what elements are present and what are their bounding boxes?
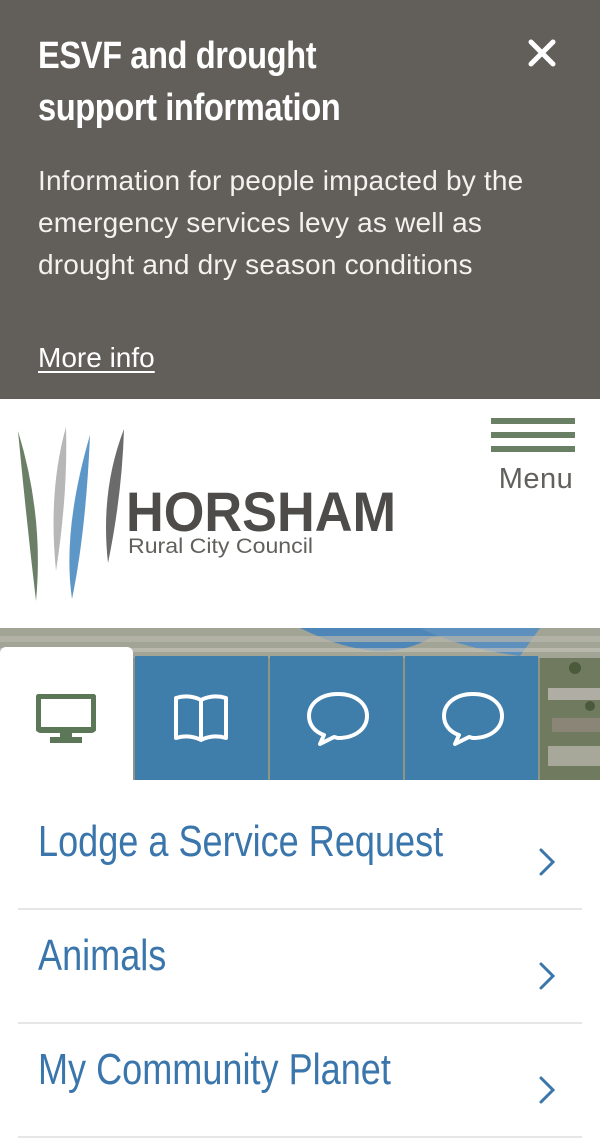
quick-link-label: Animals bbox=[38, 931, 167, 980]
chevron-right-icon bbox=[539, 1076, 556, 1104]
list-item[interactable]: Animals bbox=[18, 909, 582, 1024]
tab-contact[interactable] bbox=[405, 656, 538, 780]
book-icon bbox=[174, 694, 228, 742]
list-item[interactable]: Lodge a Service Request bbox=[18, 795, 582, 910]
tab-guides[interactable] bbox=[135, 656, 268, 780]
alert-body: Information for people impacted by the e… bbox=[38, 165, 524, 280]
menu-button[interactable]: Menu bbox=[486, 413, 586, 505]
menu-icon bbox=[491, 418, 575, 424]
quick-link-label: My Community Planet bbox=[38, 1045, 391, 1094]
speech-bubble-icon bbox=[442, 692, 504, 746]
list-item[interactable]: My Community Planet bbox=[18, 1023, 582, 1138]
more-info-link[interactable]: More info bbox=[38, 338, 155, 378]
logo-name: HORSHAM bbox=[126, 480, 396, 543]
menu-label: Menu bbox=[498, 463, 574, 495]
chevron-right-icon bbox=[539, 962, 556, 990]
tab-have-your-say[interactable] bbox=[270, 656, 403, 780]
monitor-icon bbox=[36, 694, 96, 743]
site-header: HORSHAM Rural City Council Menu bbox=[0, 399, 600, 628]
alert-banner: ESVF and drought support information Inf… bbox=[0, 0, 600, 399]
alert-title: ESVF and drought support information bbox=[38, 35, 341, 129]
logo-mark bbox=[18, 427, 124, 601]
speech-bubble-icon bbox=[307, 692, 369, 746]
close-icon bbox=[528, 39, 556, 67]
chevron-right-icon bbox=[539, 848, 556, 876]
alert-close-button[interactable] bbox=[522, 33, 562, 73]
logo-sub: Rural City Council bbox=[128, 535, 313, 558]
horsham-logo[interactable]: HORSHAM Rural City Council bbox=[14, 421, 404, 606]
tab-online-services[interactable] bbox=[0, 647, 133, 780]
quick-link-label: Lodge a Service Request bbox=[38, 817, 444, 866]
